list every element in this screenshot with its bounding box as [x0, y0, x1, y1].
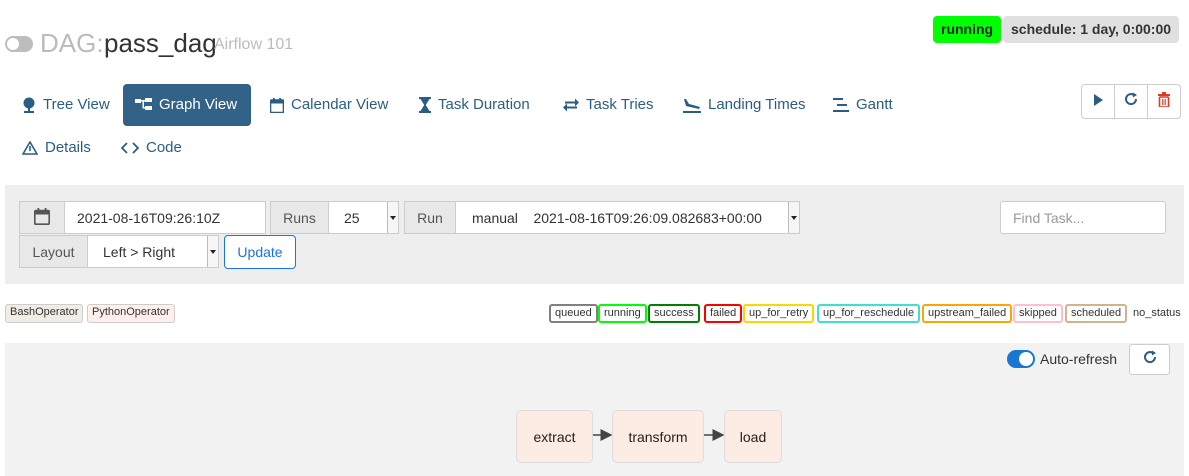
- update-button[interactable]: Update: [224, 235, 296, 269]
- layout-label: Layout: [19, 235, 88, 268]
- state-no-status: no_status: [1127, 304, 1187, 323]
- tab-label: Details: [45, 139, 91, 156]
- task-node-transform[interactable]: transform: [612, 410, 704, 463]
- layout-value: Left > Right: [103, 243, 175, 260]
- runs-value: 25: [344, 209, 360, 226]
- operator-label: PythonOperator: [92, 306, 170, 318]
- tab-tree-view[interactable]: Tree View: [10, 84, 122, 126]
- refresh-icon: [1124, 92, 1138, 111]
- find-task-input[interactable]: Find Task...: [1000, 201, 1166, 234]
- status-badge: running: [933, 16, 1002, 43]
- run-select[interactable]: manual 2021-08-16T09:26:09.082683+00:00: [455, 201, 800, 234]
- tab-graph-view[interactable]: Graph View: [123, 84, 251, 126]
- tab-label: Task Tries: [586, 96, 654, 113]
- hourglass-icon: [419, 97, 431, 113]
- state-scheduled: scheduled: [1065, 304, 1128, 323]
- calendar-addon: [19, 201, 65, 234]
- state-up-for-retry: up_for_retry: [743, 304, 815, 323]
- tree-icon: [22, 97, 36, 113]
- chevron-down-icon: [788, 202, 799, 233]
- operator-legend-bash: BashOperator: [5, 304, 84, 323]
- trigger-dag-button[interactable]: [1082, 85, 1115, 118]
- tab-landing-times[interactable]: Landing Times: [671, 84, 818, 126]
- tab-calendar-view[interactable]: Calendar View: [258, 84, 400, 126]
- tab-label: Tree View: [43, 96, 110, 113]
- state-success: success: [648, 304, 700, 323]
- tab-code[interactable]: Code: [109, 127, 194, 169]
- play-icon: [1093, 93, 1103, 111]
- tab-label: Gantt: [856, 96, 893, 113]
- chevron-down-icon: [207, 236, 218, 267]
- run-label: Run: [404, 201, 456, 234]
- dag-title: pass_dag: [104, 28, 217, 58]
- state-upstream-failed: upstream_failed: [922, 304, 1013, 323]
- plane-landing-icon: [683, 98, 701, 113]
- graph-icon: [135, 98, 152, 112]
- dag-actions: [1081, 84, 1181, 119]
- state-failed: failed: [704, 304, 743, 323]
- tab-details[interactable]: Details: [10, 127, 103, 169]
- task-node-extract[interactable]: extract: [516, 410, 593, 463]
- tab-label: Landing Times: [708, 96, 806, 113]
- dag-pause-toggle[interactable]: [5, 36, 33, 52]
- trash-icon: [1158, 91, 1170, 112]
- retry-arrows-icon: [563, 98, 579, 112]
- tab-task-duration[interactable]: Task Duration: [407, 84, 542, 126]
- gantt-icon: [833, 98, 849, 112]
- layout-select[interactable]: Left > Right: [87, 235, 219, 268]
- run-value: manual 2021-08-16T09:26:09.082683+00:00: [472, 209, 762, 226]
- state-running: running: [598, 304, 647, 323]
- state-skipped: skipped: [1013, 304, 1063, 323]
- graph-edges: [592, 429, 725, 441]
- tab-task-tries[interactable]: Task Tries: [551, 84, 666, 126]
- state-queued: queued: [549, 304, 598, 323]
- tab-label: Code: [146, 139, 182, 156]
- calendar-icon: [34, 207, 50, 228]
- dag-owner: Airflow 101: [214, 36, 294, 53]
- tab-label: Calendar View: [291, 96, 389, 113]
- dag-prefix: DAG:: [40, 28, 104, 58]
- calendar-icon: [270, 97, 284, 113]
- base-date-input[interactable]: 2021-08-16T09:26:10Z: [64, 201, 266, 234]
- operator-label: BashOperator: [10, 306, 79, 318]
- runs-label: Runs: [270, 201, 329, 234]
- operator-legend-python: PythonOperator: [87, 304, 175, 323]
- task-node-load[interactable]: load: [724, 410, 782, 463]
- runs-select[interactable]: 25: [328, 201, 399, 234]
- state-up-for-reschedule: up_for_reschedule: [817, 304, 921, 323]
- tab-label: Graph View: [159, 96, 238, 113]
- delete-dag-button[interactable]: [1148, 85, 1180, 118]
- schedule-badge: schedule: 1 day, 0:00:00: [1003, 16, 1180, 43]
- warning-triangle-icon: [22, 141, 38, 155]
- tab-gantt[interactable]: Gantt: [821, 84, 905, 126]
- tab-label: Task Duration: [438, 96, 530, 113]
- chevron-down-icon: [387, 202, 398, 233]
- refresh-dag-button[interactable]: [1115, 85, 1148, 118]
- code-icon: [121, 142, 139, 154]
